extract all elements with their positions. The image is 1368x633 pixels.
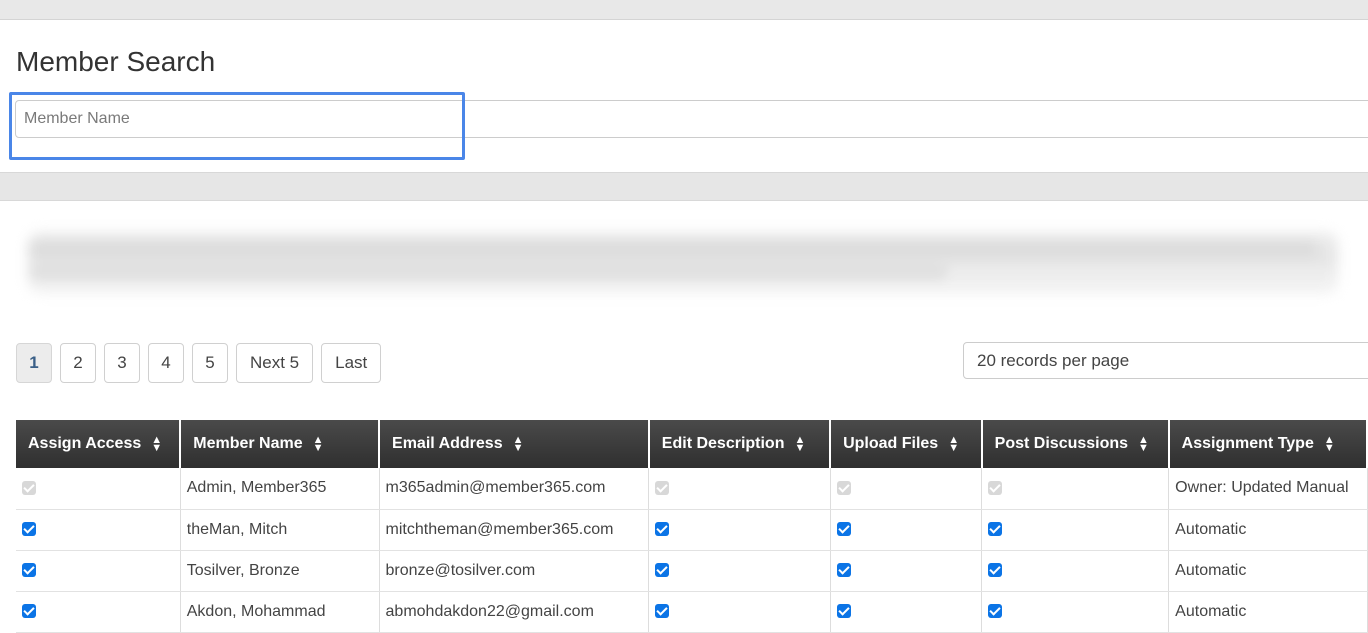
- assign-access-checkbox[interactable]: [22, 522, 36, 537]
- section-divider: [0, 172, 1368, 201]
- edit-description-checkbox[interactable]: [655, 481, 670, 496]
- sort-icon[interactable]: ▲ ▼: [948, 434, 959, 453]
- column-header-post-discussions[interactable]: Post Discussions ▲ ▼: [981, 420, 1170, 468]
- sort-icon[interactable]: ▲ ▼: [513, 434, 524, 453]
- table-row: Akdon, Mohammad abmohdakdon22@gmail.com …: [16, 591, 1368, 633]
- upload-files-checkbox[interactable]: [836, 481, 851, 496]
- assignment-type-cell: Automatic: [1168, 591, 1368, 633]
- post-discussions-checkbox[interactable]: [988, 522, 1003, 537]
- assign-access-checkbox[interactable]: [22, 481, 36, 496]
- assign-access-cell: [16, 550, 181, 592]
- column-header-label: Upload Files: [843, 435, 939, 452]
- sort-icon[interactable]: ▲ ▼: [1324, 434, 1335, 453]
- column-header-label: Assignment Type: [1181, 435, 1314, 452]
- assignment-type-cell: Owner: Updated Manual: [1168, 468, 1368, 510]
- edit-description-cell: [648, 509, 831, 551]
- pagination: 1 2 3 4 5 Next 5 Last: [16, 343, 382, 383]
- member-name-cell: Admin, Member365: [180, 468, 380, 510]
- table-row: theMan, Mitch mitchtheman@member365.com …: [16, 509, 1368, 551]
- assign-access-checkbox[interactable]: [22, 604, 36, 619]
- upload-files-checkbox[interactable]: [836, 563, 851, 578]
- records-per-page-select[interactable]: 20 records per page: [963, 342, 1368, 379]
- column-header-assign-access[interactable]: Assign Access ▲ ▼: [16, 420, 182, 468]
- upload-files-cell: [830, 591, 983, 633]
- members-table: Assign Access ▲ ▼ Member Name ▲ ▼ Email Addr…: [16, 420, 1368, 633]
- member-name-search-input[interactable]: [15, 100, 1368, 138]
- page-button-1[interactable]: 1: [16, 343, 52, 383]
- assign-access-cell: [16, 468, 181, 510]
- upload-files-checkbox[interactable]: [836, 604, 851, 619]
- sort-icon[interactable]: ▲ ▼: [151, 434, 162, 453]
- edit-description-cell: [648, 550, 831, 592]
- sort-icon[interactable]: ▲ ▼: [313, 434, 324, 453]
- table-row: Tosilver, Bronze bronze@tosilver.com Aut…: [16, 550, 1368, 592]
- assignment-type-cell: Automatic: [1168, 509, 1368, 551]
- column-header-edit-description[interactable]: Edit Description ▲ ▼: [648, 420, 832, 468]
- assignment-type-cell: Automatic: [1168, 550, 1368, 592]
- edit-description-checkbox[interactable]: [655, 604, 670, 619]
- top-strip: [0, 0, 1368, 20]
- column-header-member-name[interactable]: Member Name ▲ ▼: [180, 420, 381, 468]
- upload-files-cell: [830, 468, 983, 510]
- sort-icon[interactable]: ▲ ▼: [794, 434, 805, 453]
- table-row: Admin, Member365 m365admin@member365.com…: [16, 468, 1368, 510]
- column-header-label: Edit Description: [661, 435, 785, 452]
- email-cell: abmohdakdon22@gmail.com: [379, 591, 650, 633]
- column-header-email-address[interactable]: Email Address ▲ ▼: [379, 420, 650, 468]
- post-discussions-cell: [981, 550, 1170, 592]
- column-header-label: Assign Access: [28, 435, 142, 452]
- post-discussions-checkbox[interactable]: [988, 481, 1003, 496]
- page-button-2[interactable]: 2: [60, 343, 96, 383]
- page-button-4[interactable]: 4: [148, 343, 184, 383]
- last-page-button[interactable]: Last: [321, 343, 382, 383]
- column-header-assignment-type[interactable]: Assignment Type ▲ ▼: [1168, 420, 1368, 468]
- blurred-line: [28, 240, 1318, 258]
- sort-icon[interactable]: ▲ ▼: [1138, 434, 1149, 453]
- assign-access-checkbox[interactable]: [22, 563, 36, 578]
- upload-files-checkbox[interactable]: [836, 522, 851, 537]
- blurred-line: [28, 264, 948, 280]
- blurred-description: [28, 232, 1338, 294]
- column-header-upload-files[interactable]: Upload Files ▲ ▼: [830, 420, 983, 468]
- post-discussions-cell: [981, 509, 1170, 551]
- post-discussions-cell: [981, 468, 1170, 510]
- email-cell: mitchtheman@member365.com: [379, 509, 650, 551]
- post-discussions-cell: [981, 591, 1170, 633]
- post-discussions-checkbox[interactable]: [988, 604, 1003, 619]
- upload-files-cell: [830, 550, 983, 592]
- edit-description-cell: [648, 591, 831, 633]
- column-header-label: Member Name: [193, 435, 303, 452]
- assign-access-cell: [16, 509, 181, 551]
- member-name-cell: Tosilver, Bronze: [180, 550, 380, 592]
- edit-description-cell: [648, 468, 831, 510]
- assign-access-cell: [16, 591, 181, 633]
- edit-description-checkbox[interactable]: [655, 563, 670, 578]
- upload-files-cell: [830, 509, 983, 551]
- page-button-5[interactable]: 5: [192, 343, 228, 383]
- table-header-row: Assign Access ▲ ▼ Member Name ▲ ▼ Email Addr…: [16, 420, 1368, 468]
- column-header-label: Post Discussions: [994, 435, 1129, 452]
- email-cell: bronze@tosilver.com: [379, 550, 650, 592]
- edit-description-checkbox[interactable]: [655, 522, 670, 537]
- member-name-cell: theMan, Mitch: [180, 509, 380, 551]
- post-discussions-checkbox[interactable]: [988, 563, 1003, 578]
- member-name-cell: Akdon, Mohammad: [180, 591, 380, 633]
- next-5-button[interactable]: Next 5: [236, 343, 314, 383]
- column-header-label: Email Address: [392, 435, 503, 452]
- page-button-3[interactable]: 3: [104, 343, 140, 383]
- email-cell: m365admin@member365.com: [379, 468, 650, 510]
- page-title: Member Search: [16, 46, 216, 77]
